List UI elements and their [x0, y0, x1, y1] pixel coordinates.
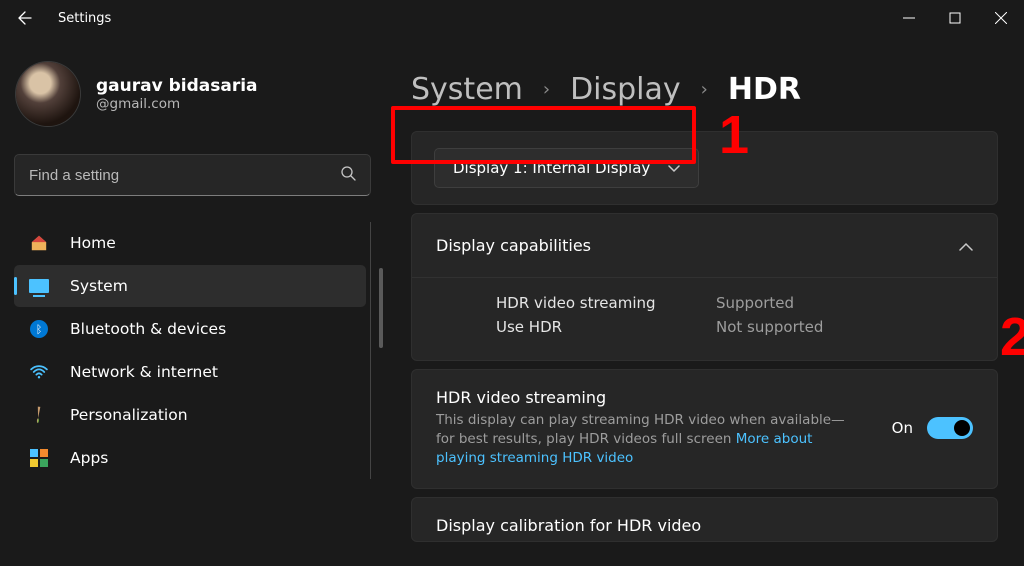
display-selector-card: Display 1: Internal Display: [411, 131, 998, 205]
sidebar-item-apps[interactable]: Apps: [14, 437, 366, 479]
sidebar-item-network[interactable]: Network & internet: [14, 351, 366, 393]
chevron-right-icon: ›: [701, 79, 708, 100]
capability-value: Supported: [716, 294, 794, 312]
hdr-calibration-card[interactable]: Display calibration for HDR video: [411, 497, 998, 542]
bluetooth-icon: ᛒ: [28, 318, 50, 340]
hdr-streaming-toggle[interactable]: [927, 417, 973, 439]
display-capabilities-card: Display capabilities HDR video streaming…: [411, 213, 998, 361]
breadcrumb: System › Display › HDR: [411, 72, 998, 107]
sidebar-item-personalization[interactable]: Personalization: [14, 394, 366, 436]
maximize-button[interactable]: [932, 0, 978, 36]
toggle-state-label: On: [892, 419, 913, 437]
chevron-up-icon: [959, 236, 973, 255]
sidebar-item-label: Home: [70, 234, 116, 252]
sidebar-item-label: Apps: [70, 449, 108, 467]
minimize-button[interactable]: [886, 0, 932, 36]
sidebar-item-label: Bluetooth & devices: [70, 320, 226, 338]
hdr-streaming-description: This display can play streaming HDR vide…: [436, 411, 862, 468]
sidebar-item-label: Network & internet: [70, 363, 218, 381]
search-icon: [340, 165, 356, 185]
user-profile[interactable]: gaurav bidasaria @gmail.com: [14, 56, 371, 144]
search-input[interactable]: [29, 167, 340, 184]
sidebar-item-home[interactable]: Home: [14, 222, 366, 264]
capability-label: Use HDR: [496, 318, 666, 336]
avatar: [16, 62, 80, 126]
annotation-number-2: 2: [1000, 306, 1024, 368]
sidebar-item-bluetooth[interactable]: ᛒ Bluetooth & devices: [14, 308, 366, 350]
hdr-video-streaming-card: HDR video streaming This display can pla…: [411, 369, 998, 489]
hdr-streaming-title: HDR video streaming: [436, 388, 862, 407]
brush-icon: [28, 404, 50, 426]
capability-row: HDR video streaming Supported: [496, 294, 973, 312]
capability-value: Not supported: [716, 318, 823, 336]
sidebar-item-system[interactable]: System: [14, 265, 366, 307]
display-capabilities-header[interactable]: Display capabilities: [412, 214, 997, 277]
window-title: Settings: [58, 11, 111, 26]
close-button[interactable]: [978, 0, 1024, 36]
display-selector-label: Display 1: Internal Display: [453, 159, 650, 177]
sidebar-scrollbar[interactable]: [379, 268, 383, 348]
back-button[interactable]: [6, 0, 42, 36]
capabilities-title: Display capabilities: [436, 236, 591, 255]
system-icon: [28, 275, 50, 297]
display-selector[interactable]: Display 1: Internal Display: [434, 148, 699, 188]
chevron-down-icon: [668, 159, 680, 177]
home-icon: [28, 232, 50, 254]
capability-label: HDR video streaming: [496, 294, 666, 312]
calibration-title: Display calibration for HDR video: [436, 516, 973, 535]
sidebar-item-label: System: [70, 277, 128, 295]
chevron-right-icon: ›: [543, 79, 550, 100]
wifi-icon: [28, 361, 50, 383]
sidebar-item-label: Personalization: [70, 406, 188, 424]
profile-name: gaurav bidasaria: [96, 76, 258, 96]
profile-email: @gmail.com: [96, 96, 258, 112]
breadcrumb-display[interactable]: Display: [570, 72, 681, 107]
search-box[interactable]: [14, 154, 371, 196]
breadcrumb-current: HDR: [728, 72, 801, 107]
capability-row: Use HDR Not supported: [496, 318, 973, 336]
apps-icon: [28, 447, 50, 469]
breadcrumb-system[interactable]: System: [411, 72, 523, 107]
